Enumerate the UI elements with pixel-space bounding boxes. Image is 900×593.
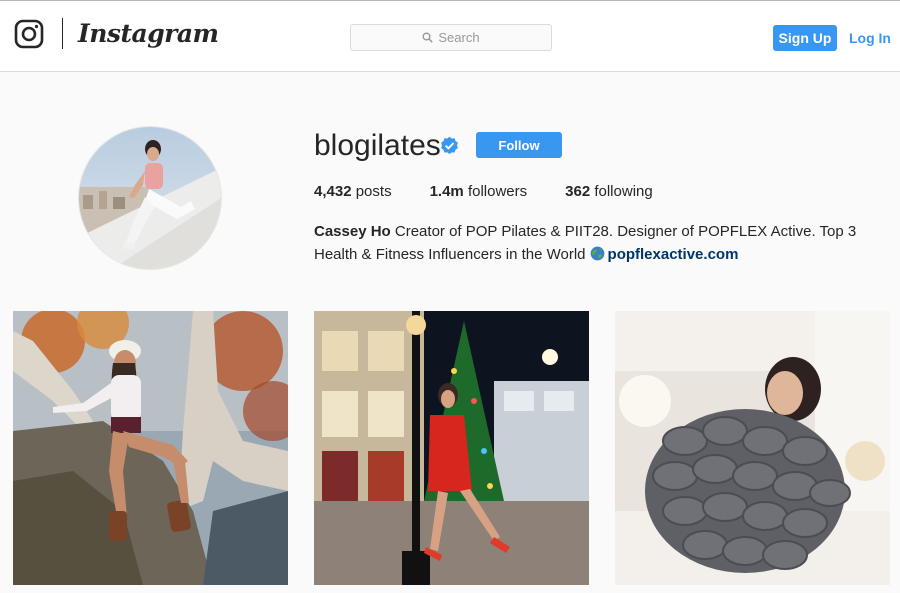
bio-full-name: Cassey Ho (314, 223, 391, 240)
search-icon (422, 32, 434, 43)
followers-stat[interactable]: 1.4m followers (430, 183, 528, 200)
bio-text: Creator of POP Pilates & PIIT28. Designe… (314, 223, 857, 263)
sign-up-button[interactable]: Sign Up (773, 25, 837, 51)
posts-label: posts (355, 183, 392, 200)
instagram-camera-icon[interactable] (14, 19, 44, 49)
search-input[interactable]: Search (350, 24, 552, 51)
follow-button[interactable]: Follow (476, 132, 562, 158)
profile-username: blogilates (314, 129, 441, 162)
post-thumbnail-1[interactable] (13, 311, 288, 585)
following-count: 362 (565, 183, 591, 200)
following-stat[interactable]: 362 following (565, 183, 653, 200)
instagram-wordmark-logo[interactable]: Instagram (78, 19, 219, 49)
profile-stats: 4,432 posts 1.4m followers 362 following (314, 183, 691, 200)
log-in-link[interactable]: Log In (849, 30, 891, 46)
posts-stat: 4,432 posts (314, 183, 392, 200)
profile-bio: Cassey Ho Creator of POP Pilates & PIIT2… (314, 220, 884, 266)
followers-label: followers (467, 183, 528, 200)
bio-website-link[interactable]: popflexactive.com (608, 246, 739, 263)
following-label: following (594, 183, 653, 200)
post-thumbnail-2[interactable] (314, 311, 589, 585)
top-navigation-bar: Instagram Search Sign Up Log In (0, 1, 900, 72)
posts-count: 4,432 (314, 183, 352, 200)
post-thumbnail-3[interactable] (615, 311, 890, 585)
followers-count: 1.4m (429, 183, 464, 200)
logo-divider (62, 18, 63, 49)
search-placeholder: Search (438, 30, 480, 45)
verified-badge-icon (441, 136, 458, 155)
globe-emoji-icon (590, 246, 604, 261)
profile-avatar[interactable] (78, 126, 222, 270)
